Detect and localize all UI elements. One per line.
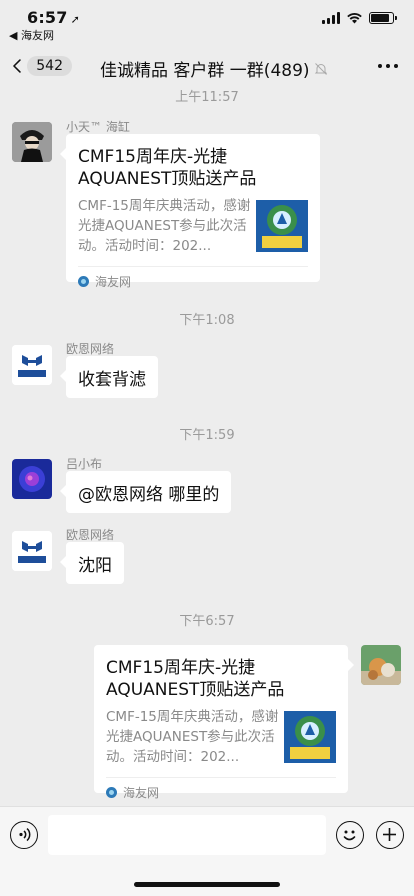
clock-text: 6:57 <box>27 8 68 27</box>
cellular-signal-icon <box>322 12 340 24</box>
card-source: 海友网 <box>78 266 308 296</box>
chat-header: 542 佳诚精品 客户群 一群(489) <box>0 44 414 88</box>
card-source: 海友网 <box>106 777 336 807</box>
source-name: 海友网 <box>95 275 132 289</box>
link-card[interactable]: CMF15周年庆-光捷AQUANEST顶贴送产品 CMF-15周年庆典活动，感谢… <box>94 645 354 800</box>
avatar-xiaotian[interactable] <box>12 122 52 162</box>
battery-icon <box>369 12 397 24</box>
voice-icon <box>19 827 31 842</box>
timestamp: 下午1:59 <box>179 428 235 443</box>
card-description: CMF-15周年庆典活动，感谢光捷AQUANEST参与此次活动。活动时间：202… <box>78 198 251 254</box>
source-logo-icon <box>78 276 89 287</box>
card-title: CMF15周年庆-光捷AQUANEST顶贴送产品 <box>78 147 257 189</box>
avatar-ouen[interactable] <box>12 345 52 385</box>
status-bar: 6:57 ➚ ◀ 海友网 <box>0 0 414 44</box>
message-bubble[interactable]: 收套背滤 <box>60 356 158 398</box>
back-chevron-icon <box>13 59 21 73</box>
plus-icon <box>383 828 396 841</box>
message-bubble[interactable]: @欧恩网络 哪里的 <box>59 471 232 513</box>
status-indicators <box>322 12 397 24</box>
link-card[interactable]: CMF15周年庆-光捷AQUANEST顶贴送产品 CMF-15周年庆典活动，感谢… <box>60 134 320 289</box>
avatar-lvxiaobu[interactable] <box>12 459 52 499</box>
message-input[interactable] <box>48 815 326 855</box>
avatar-self[interactable] <box>361 645 401 685</box>
voice-input-button[interactable] <box>10 821 38 849</box>
wifi-icon <box>347 13 362 24</box>
timestamp: 下午6:57 <box>179 614 235 629</box>
more-icon-dot <box>386 64 390 68</box>
location-arrow-icon: ➚ <box>70 13 81 26</box>
sender-name: 欧恩网络 <box>66 528 115 542</box>
mute-bell-icon <box>314 62 327 75</box>
card-title: CMF15周年庆-光捷AQUANEST顶贴送产品 <box>106 658 285 700</box>
sender-name: 吕小布 <box>66 457 103 471</box>
more-functions-button[interactable] <box>376 821 404 849</box>
more-icon-dot <box>394 64 398 68</box>
more-options-button[interactable] <box>378 54 398 78</box>
back-to-app-link[interactable]: ◀ 海友网 <box>9 27 54 43</box>
source-name: 海友网 <box>123 786 160 800</box>
source-logo-icon <box>106 787 117 798</box>
unread-count-badge: 542 <box>27 56 72 76</box>
message-bubble[interactable]: 沈阳 <box>60 542 124 584</box>
card-thumbnail <box>284 711 336 763</box>
more-icon-dot <box>378 64 382 68</box>
timestamp: 下午1:08 <box>179 313 235 328</box>
card-thumbnail <box>256 200 308 252</box>
home-indicator[interactable] <box>134 882 280 887</box>
sender-name: 欧恩网络 <box>66 342 115 356</box>
timestamp: 上午11:57 <box>175 90 239 105</box>
card-description: CMF-15周年庆典活动，感谢光捷AQUANEST参与此次活动。活动时间：202… <box>106 709 279 765</box>
status-time: 6:57 ➚ <box>27 8 80 27</box>
chat-title[interactable]: 佳诚精品 客户群 一群(489) <box>100 56 328 81</box>
chat-title-text: 佳诚精品 客户群 一群(489) <box>100 61 310 81</box>
emoji-button[interactable] <box>336 821 364 849</box>
sender-name: 小天™ 海缸 <box>66 120 130 134</box>
back-button[interactable]: 542 <box>12 52 72 80</box>
avatar-ouen[interactable] <box>12 531 52 571</box>
emoji-icon <box>343 830 356 841</box>
